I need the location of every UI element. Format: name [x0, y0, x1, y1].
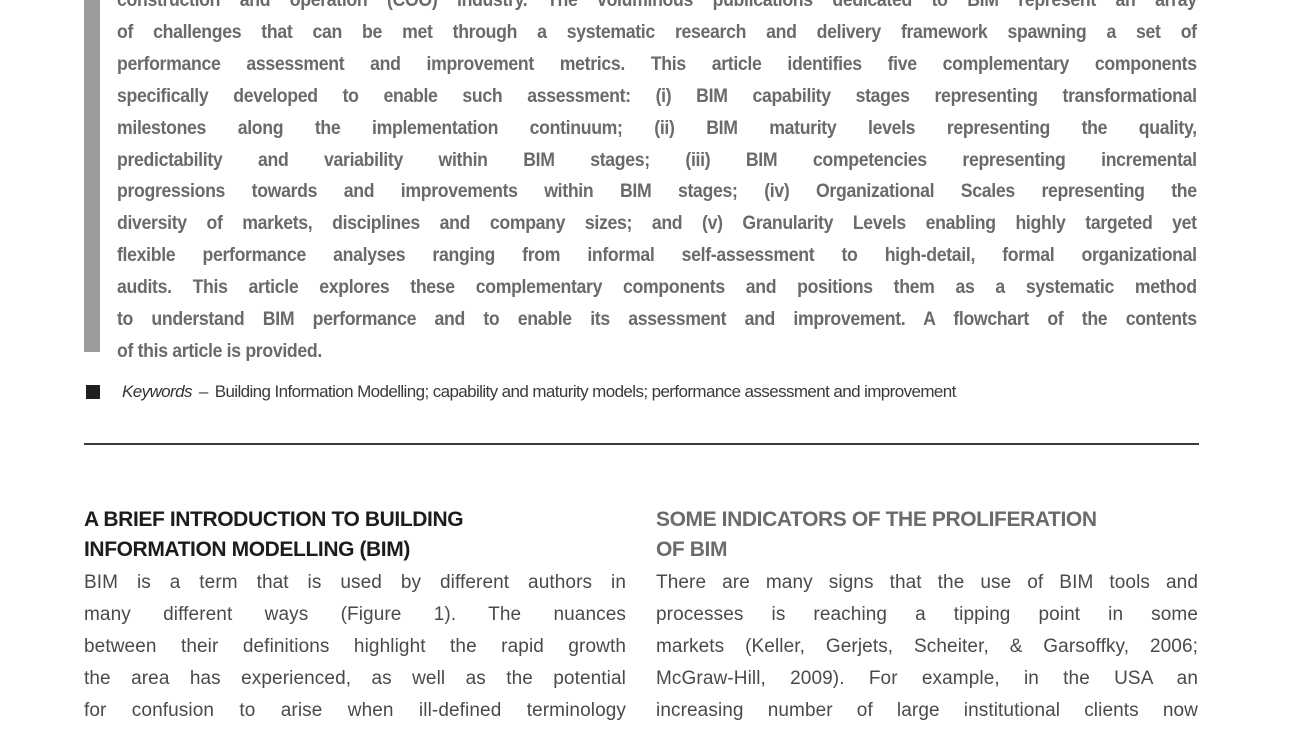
abstract-line: progressions towards and improvements wi… [117, 181, 1197, 203]
section-body: There are many signs that the use of BIM… [656, 567, 1198, 727]
keywords-text: Building Information Modelling; capabili… [214, 382, 957, 401]
abstract-line: of challenges that can be met through a … [117, 21, 1197, 43]
body-line: many different ways (Figure 1). The nuan… [84, 604, 626, 625]
body-line: BIM is a term that is used by different … [84, 572, 626, 593]
abstract-line: to understand BIM performance and to ena… [117, 309, 1197, 331]
keywords-row: Keywords – Building Information Modellin… [86, 382, 1206, 402]
abstract-line: of this article is provided. [117, 340, 322, 362]
body-line: processes is reaching a tipping point in… [656, 604, 1198, 625]
section-divider [84, 443, 1199, 445]
abstract-line: specifically developed to enable such as… [117, 85, 1197, 107]
abstract-line: audits. This article explores these comp… [117, 277, 1197, 299]
heading-line: OF BIM [656, 538, 728, 561]
body-line: There are many signs that the use of BIM… [656, 572, 1198, 593]
heading-line: A BRIEF INTRODUCTION TO BUILDING [84, 508, 464, 531]
abstract-sidebar-bar [84, 0, 100, 352]
body-line: markets (Keller, Gerjets, Scheiter, & Ga… [656, 636, 1198, 657]
section-indicators: SOME INDICATORS OF THE PROLIFERATION OF … [656, 505, 1198, 727]
heading-line: SOME INDICATORS OF THE PROLIFERATION [656, 508, 1097, 531]
body-line: the area has experienced, as well as the… [84, 668, 626, 689]
keywords-dash: – [198, 382, 208, 401]
abstract-text: construction and operation (COO) industr… [117, 0, 1197, 368]
body-line: increasing number of large institutional… [656, 700, 1198, 721]
body-line: for confusion to arise when ill-defined … [84, 700, 626, 721]
abstract-line: construction and operation (COO) industr… [117, 0, 1197, 11]
section-heading: SOME INDICATORS OF THE PROLIFERATION OF … [656, 505, 1198, 565]
keywords-label: Keywords [122, 382, 192, 401]
section-heading: A BRIEF INTRODUCTION TO BUILDING INFORMA… [84, 505, 626, 565]
square-bullet-icon [86, 385, 100, 399]
abstract-line: flexible performance analyses ranging fr… [117, 245, 1197, 267]
section-introduction: A BRIEF INTRODUCTION TO BUILDING INFORMA… [84, 505, 626, 727]
abstract-line: performance assessment and improvement m… [117, 53, 1197, 75]
heading-line: INFORMATION MODELLING (BIM) [84, 538, 410, 561]
body-line: McGraw-Hill, 2009). For example, in the … [656, 668, 1198, 689]
abstract-line: diversity of markets, disciplines and co… [117, 213, 1197, 235]
document-page: construction and operation (COO) industr… [0, 0, 1300, 731]
body-line: between their definitions highlight the … [84, 636, 626, 657]
abstract-line: milestones along the implementation cont… [117, 117, 1197, 139]
abstract-line: predictability and variability within BI… [117, 149, 1197, 171]
section-body: BIM is a term that is used by different … [84, 567, 626, 727]
